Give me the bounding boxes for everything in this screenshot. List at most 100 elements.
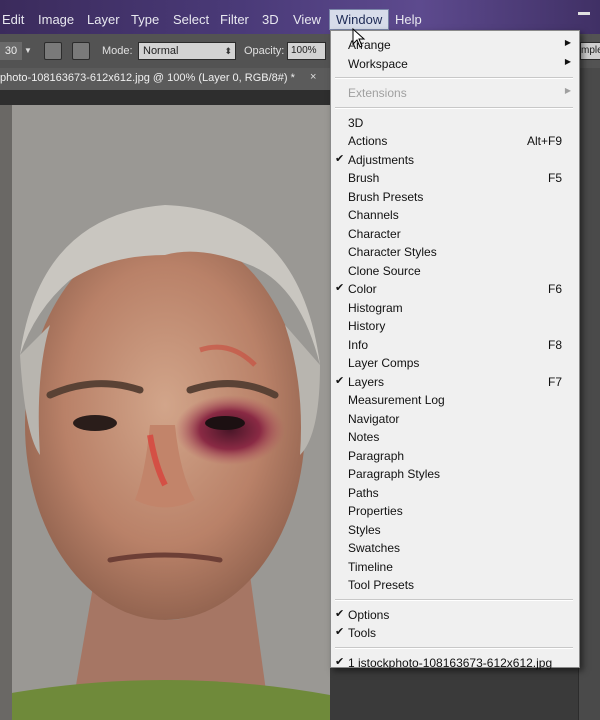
mode-select[interactable]: Normal ⬍	[138, 42, 236, 60]
menu-layer[interactable]: Layer	[87, 12, 120, 27]
portrait-illustration	[0, 105, 330, 720]
menu-filter[interactable]: Filter	[220, 12, 249, 27]
menu-item-notes[interactable]: Notes	[331, 427, 579, 445]
menu-window[interactable]: Window	[329, 9, 390, 30]
menu-select[interactable]: Select	[173, 12, 209, 27]
menu-view[interactable]: View	[293, 12, 321, 27]
opacity-input[interactable]: 100%	[287, 42, 326, 60]
menu-item-color[interactable]: ✔ Color F6	[331, 279, 579, 297]
menu-item-workspace[interactable]: Workspace ▶	[331, 54, 579, 72]
photo-image	[0, 105, 330, 720]
menu-item-1-istockphoto-108163673-612x612-jpg[interactable]: ✔ 1 istockphoto-108163673-612x612.jpg	[331, 653, 579, 671]
menu-item-label: Channels	[348, 208, 399, 222]
minimize-button[interactable]	[578, 12, 590, 15]
brush-size-picker[interactable]: 30	[0, 42, 22, 60]
menu-item-navigator[interactable]: Navigator	[331, 409, 579, 427]
menu-item-arrange[interactable]: Arrange ▶	[331, 35, 579, 53]
menu-item-label: Brush	[348, 171, 380, 185]
menu-item-options[interactable]: ✔ Options	[331, 605, 579, 623]
menu-item-label: Timeline	[348, 559, 393, 574]
checkmark-icon: ✔	[335, 374, 345, 387]
menu-item-properties[interactable]: Properties	[331, 501, 579, 519]
menu-item-channels[interactable]: Channels	[331, 205, 579, 223]
menu-3d[interactable]: 3D	[262, 12, 279, 27]
menu-item-label: Tools	[348, 626, 377, 640]
menu-item-measurement-log[interactable]: Measurement Log	[331, 390, 579, 408]
updown-arrow-icon: ⬍	[224, 46, 232, 56]
menu-item-label: Info	[348, 337, 369, 352]
document-tab[interactable]: photo-108163673-612x612.jpg @ 100% (Laye…	[0, 68, 330, 92]
menu-item-label: Adjustments	[348, 152, 415, 167]
menu-item-label: 3D	[348, 115, 364, 130]
menu-separator	[335, 106, 573, 109]
menu-item-label: Histogram	[348, 300, 403, 315]
menu-image[interactable]: Image	[38, 12, 74, 27]
menu-item-history[interactable]: History	[331, 316, 579, 334]
menu-item-shortcut: F8	[547, 337, 562, 352]
menu-item-label: Styles	[348, 522, 381, 537]
menu-separator	[335, 646, 573, 649]
menu-item-tool-presets[interactable]: Tool Presets	[331, 575, 579, 593]
menu-item-character[interactable]: Character	[331, 224, 579, 242]
menu-item-info[interactable]: Info F8	[331, 335, 579, 353]
menu-item-timeline[interactable]: Timeline	[331, 557, 579, 575]
menu-item-brush-presets[interactable]: Brush Presets	[331, 187, 579, 205]
menu-item-layers[interactable]: ✔ Layers F7	[331, 372, 579, 390]
menu-bar: Edit Image Layer Type Select Filter 3D V…	[0, 0, 600, 34]
opacity-label: Opacity:	[244, 45, 285, 57]
checkmark-icon: ✔	[335, 607, 345, 620]
menu-item-shortcut: F7	[547, 374, 562, 389]
submenu-arrow-icon: ▶	[564, 38, 571, 47]
brush-panel-icon[interactable]	[44, 42, 62, 60]
menu-item-label: Paths	[348, 485, 379, 500]
menu-separator	[335, 77, 573, 79]
menu-help[interactable]: Help	[395, 12, 422, 27]
menu-item-brush[interactable]: Brush F5	[331, 168, 579, 186]
close-icon[interactable]: ×	[310, 71, 316, 83]
menu-item-styles[interactable]: Styles	[331, 520, 579, 538]
menu-item-3d[interactable]: 3D	[331, 113, 579, 131]
menu-item-label: History	[348, 319, 386, 333]
checkmark-icon: ✔	[335, 282, 345, 294]
menu-item-label: Extensions	[348, 86, 407, 100]
checkmark-icon: ✔	[335, 655, 345, 668]
menu-item-label: Paragraph Styles	[348, 467, 441, 481]
menu-item-shortcut: F5	[547, 171, 562, 185]
menu-item-adjustments[interactable]: ✔ Adjustments	[331, 150, 579, 168]
menu-item-histogram[interactable]: Histogram	[331, 298, 579, 316]
menu-item-label: Tool Presets	[348, 578, 415, 592]
submenu-arrow-icon: ▶	[564, 56, 571, 66]
sample-field[interactable]: mple	[580, 42, 600, 60]
menu-item-shortcut: F6	[547, 282, 562, 296]
menu-item-paths[interactable]: Paths	[331, 483, 579, 501]
menu-item-label: Notes	[348, 430, 380, 444]
window-menu: Arrange ▶ Workspace ▶ Extensions ▶ 3D Actions Al…	[330, 30, 580, 671]
menu-item-layer-comps[interactable]: Layer Comps	[331, 353, 579, 371]
menu-item-tools[interactable]: ✔ Tools	[331, 623, 579, 641]
menu-item-actions[interactable]: Actions Alt+F9	[331, 131, 579, 149]
menu-item-label: Options	[348, 607, 390, 622]
menu-item-label: Swatches	[348, 541, 401, 555]
menu-item-label: Paragraph	[348, 448, 405, 463]
menu-item-label: Layers	[348, 374, 385, 389]
menu-item-clone-source[interactable]: Clone Source	[331, 261, 579, 279]
checkmark-icon: ✔	[335, 626, 345, 638]
chevron-down-icon[interactable]: ▼	[24, 46, 32, 55]
menu-separator	[335, 598, 573, 601]
menu-item-paragraph-styles[interactable]: Paragraph Styles	[331, 464, 579, 482]
mode-value: Normal	[143, 45, 179, 57]
menu-item-swatches[interactable]: Swatches	[331, 538, 579, 556]
menu-item-label: Brush Presets	[348, 189, 424, 204]
menu-edit[interactable]: Edit	[2, 12, 24, 27]
menu-item-label: Actions	[348, 134, 388, 148]
menu-item-shortcut: Alt+F9	[526, 134, 562, 148]
document-tab-title: photo-108163673-612x612.jpg @ 100% (Laye…	[0, 72, 295, 84]
menu-item-label: Layer Comps	[348, 356, 420, 370]
clone-panel-icon[interactable]	[72, 42, 90, 60]
menu-item-label: Measurement Log	[348, 393, 445, 407]
right-panel-dock[interactable]	[578, 68, 600, 720]
menu-item-character-styles[interactable]: Character Styles	[331, 242, 579, 260]
menu-type[interactable]: Type	[131, 12, 159, 27]
menu-item-paragraph[interactable]: Paragraph	[331, 446, 579, 464]
menu-item-label: Character Styles	[348, 245, 437, 259]
